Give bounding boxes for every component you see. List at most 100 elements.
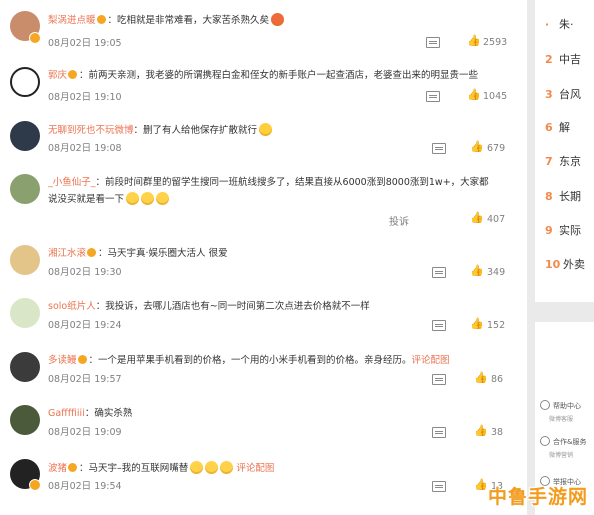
emoji-icon bbox=[259, 123, 273, 136]
hot-item-label: 朱· bbox=[559, 18, 574, 31]
username[interactable]: solo纸片人 bbox=[48, 301, 96, 312]
vip-badge-icon bbox=[29, 479, 41, 491]
username[interactable]: _小鱼仙子_ bbox=[48, 177, 96, 188]
reply-icon[interactable] bbox=[426, 91, 440, 102]
emoji-icon bbox=[220, 461, 234, 474]
hot-item[interactable]: 2 中吉 bbox=[545, 51, 581, 67]
reply-icon[interactable] bbox=[432, 267, 446, 278]
report-link[interactable]: 投诉 bbox=[389, 213, 409, 228]
comment-date: 08月02日 19:09 bbox=[48, 427, 122, 438]
username[interactable]: Gaffffiiii bbox=[48, 408, 85, 419]
hot-item[interactable]: · 朱· bbox=[545, 16, 574, 32]
hot-rank: 9 bbox=[545, 224, 553, 237]
like-count: 407 bbox=[487, 214, 506, 225]
footer-sub[interactable]: 微博客服 bbox=[549, 414, 573, 423]
avatar[interactable] bbox=[10, 67, 40, 97]
comment-date: 08月02日 19:57 bbox=[48, 374, 122, 385]
hot-item[interactable]: 6解 bbox=[545, 119, 570, 135]
like-count: 152 bbox=[487, 320, 506, 331]
comment-date: 08月02日 19:10 bbox=[48, 92, 122, 103]
hot-item[interactable]: 9 实际 bbox=[545, 222, 581, 238]
hot-item[interactable]: 7 东京 bbox=[545, 153, 581, 169]
avatar[interactable] bbox=[10, 352, 40, 382]
comment-date: 08月02日 19:05 bbox=[48, 38, 122, 49]
badge-icon bbox=[96, 15, 106, 24]
hot-item-label: 实际 bbox=[559, 224, 581, 237]
comment-body: 前两天亲测，我老婆的所谓携程白金和侄女的新手账户一起查酒店，老婆查出来的明显贵一… bbox=[88, 70, 479, 81]
like-icon[interactable]: 👍 bbox=[467, 89, 481, 101]
footer-sub[interactable]: 微博营销 bbox=[549, 450, 573, 459]
emoji-icon bbox=[205, 461, 219, 474]
badge-icon bbox=[77, 355, 87, 364]
username[interactable]: 郭庆 bbox=[48, 70, 67, 81]
like-count: 38 bbox=[491, 427, 504, 438]
username[interactable]: 无聊到死也不玩微博 bbox=[48, 125, 134, 136]
comment-body: 马天宇–我的互联网嘴替 bbox=[88, 463, 189, 474]
hot-rank: 10 bbox=[545, 258, 561, 271]
reply-icon[interactable] bbox=[432, 374, 446, 385]
like-icon[interactable]: 👍 bbox=[467, 35, 481, 47]
avatar[interactable] bbox=[10, 405, 40, 435]
comment-text: _小鱼仙子_：前段时间群里的留学生搜同一班航线搜多了，结果直接从6000涨到80… bbox=[48, 177, 489, 205]
hot-search-panel: · 朱· 2 中吉 3 台风 6解 7 东京 8 长期 9 实际 10 外卖 bbox=[535, 0, 594, 302]
comment-date: 08月02日 19:30 bbox=[48, 267, 122, 278]
like-icon[interactable]: 👍 bbox=[470, 212, 484, 224]
comment-text: 梨涡迸点暖 ：吃相就是非常难看，大家苦杀熟久矣 bbox=[48, 13, 518, 27]
comment-date: 08月02日 19:24 bbox=[48, 320, 122, 331]
reply-icon[interactable] bbox=[432, 427, 446, 438]
avatar[interactable] bbox=[10, 121, 40, 151]
footer-label: 合作&服务 bbox=[553, 438, 587, 446]
reply-icon[interactable] bbox=[426, 37, 440, 48]
hot-item[interactable]: 10 外卖 bbox=[545, 256, 585, 272]
hot-rank: 3 bbox=[545, 88, 553, 101]
site-watermark: 中鲁手游网 bbox=[487, 486, 588, 508]
avatar[interactable] bbox=[10, 174, 40, 204]
comment-image-link[interactable]: 评论配图 bbox=[412, 355, 450, 366]
like-icon[interactable]: 👍 bbox=[470, 265, 484, 277]
badge-icon bbox=[68, 70, 78, 79]
like-icon[interactable]: 👍 bbox=[474, 425, 488, 437]
comment-body: 吃相就是非常难看，大家苦杀熟久矣 bbox=[117, 15, 270, 26]
like-icon[interactable]: 👍 bbox=[470, 318, 484, 330]
comment-body: 我投诉，去哪儿酒店也有~同一时间第二次点进去价格就不一样 bbox=[105, 301, 370, 312]
cooperation-link[interactable]: 合作&服务 bbox=[540, 436, 586, 447]
hot-item[interactable]: 3 台风 bbox=[545, 86, 581, 102]
username[interactable]: 多读鳗 bbox=[48, 355, 77, 366]
comment-body-cont: 说没买就是看一下 bbox=[48, 194, 125, 205]
like-icon[interactable]: 👍 bbox=[474, 372, 488, 384]
avatar[interactable] bbox=[10, 245, 40, 275]
hot-item-label: 解 bbox=[559, 121, 570, 134]
emoji-icon bbox=[156, 192, 170, 205]
comment-body: 删了有人给他保存扩散就行 bbox=[143, 125, 258, 136]
hot-rank: 7 bbox=[545, 155, 553, 168]
comment-body: 马天宇真·娱乐圈大活人 很爱 bbox=[107, 248, 228, 259]
comment-body: 前段时间群里的留学生搜同一班航线搜多了，结果直接从6000涨到8000涨到1w+… bbox=[105, 177, 489, 188]
like-icon[interactable]: 👍 bbox=[470, 141, 484, 153]
like-count: 679 bbox=[487, 143, 506, 154]
like-icon[interactable]: 👍 bbox=[474, 479, 488, 491]
comment-text: 郭庆 ：前两天亲测，我老婆的所谓携程白金和侄女的新手账户一起查酒店，老婆查出来的明… bbox=[48, 70, 479, 81]
reply-icon[interactable] bbox=[432, 481, 446, 492]
username[interactable]: 波猪 bbox=[48, 463, 67, 474]
emoji-icon bbox=[141, 192, 155, 205]
vip-badge-icon bbox=[29, 32, 41, 44]
comment-body: 确实杀熟 bbox=[94, 408, 133, 419]
hot-item-label: 东京 bbox=[559, 155, 581, 168]
comment-date: 08月02日 19:08 bbox=[48, 143, 122, 154]
hot-item[interactable]: 8 长期 bbox=[545, 188, 581, 204]
like-count: 86 bbox=[491, 374, 504, 385]
hot-item-label: 台风 bbox=[559, 88, 581, 101]
comment-text: 无聊到死也不玩微博：删了有人给他保存扩散就行 bbox=[48, 123, 518, 137]
username[interactable]: 梨涡迸点暖 bbox=[48, 15, 96, 26]
avatar[interactable] bbox=[10, 298, 40, 328]
comment-image-link[interactable]: 评论配图 bbox=[236, 463, 274, 474]
comment-text: 波猪 ：马天宇–我的互联网嘴替 评论配图 bbox=[48, 461, 275, 474]
reply-icon[interactable] bbox=[432, 320, 446, 331]
hot-rank: 8 bbox=[545, 190, 553, 203]
reply-icon[interactable] bbox=[432, 143, 446, 154]
help-center-link[interactable]: 帮助中心 bbox=[540, 400, 581, 411]
comment-date: 08月02日 19:54 bbox=[48, 481, 122, 492]
hot-rank: 2 bbox=[545, 53, 553, 66]
like-count: 2593 bbox=[483, 37, 508, 48]
username[interactable]: 湘江水滚 bbox=[48, 248, 86, 259]
